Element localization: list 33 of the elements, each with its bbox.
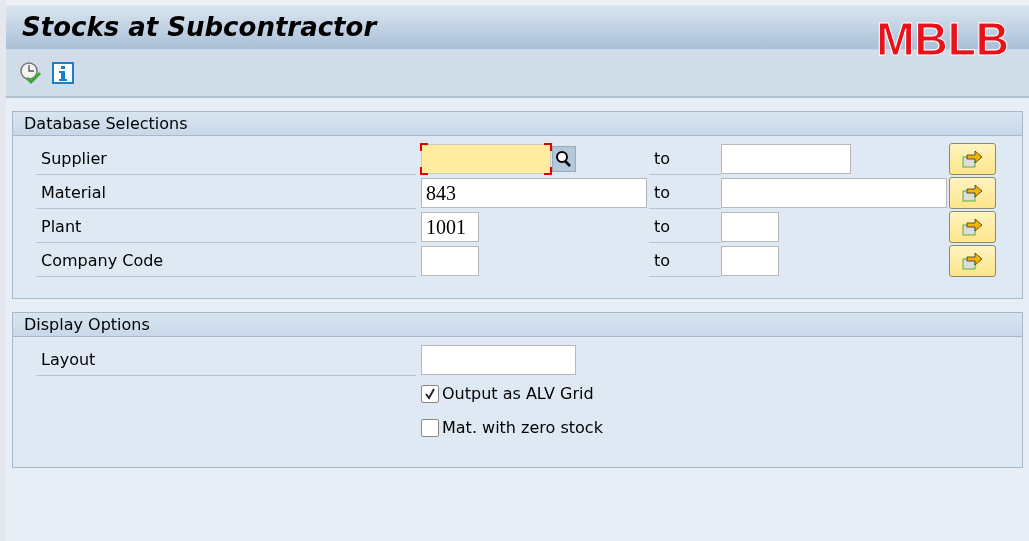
multiple-selection-button[interactable]: [949, 143, 996, 175]
arrow-icon: [961, 150, 984, 168]
field-label: Layout: [36, 344, 416, 376]
input-field[interactable]: [721, 212, 779, 242]
annotation-label: MBLB: [876, 13, 1009, 65]
input-field[interactable]: [721, 178, 947, 208]
checkbox[interactable]: [421, 385, 439, 403]
section-title: Display Options: [24, 313, 150, 336]
checkbox[interactable]: [421, 419, 439, 437]
input-field[interactable]: [721, 246, 779, 276]
arrow-icon: [961, 252, 984, 270]
input-field[interactable]: [721, 144, 851, 174]
info-icon[interactable]: [52, 62, 74, 84]
window-title: Stocks at Subcontractor: [22, 10, 377, 44]
checkbox-label: Mat. with zero stock: [442, 417, 603, 439]
arrow-icon: [961, 218, 984, 236]
input-field[interactable]: [421, 345, 576, 375]
input-field[interactable]: 1001: [421, 212, 479, 242]
checkbox-label: Output as ALV Grid: [442, 383, 594, 405]
field-label: Material: [36, 177, 416, 209]
search-help-button[interactable]: [552, 146, 576, 172]
section-title: Database Selections: [24, 112, 188, 135]
field-label: Company Code: [36, 245, 416, 277]
multiple-selection-button[interactable]: [949, 211, 996, 243]
input-field[interactable]: [421, 144, 551, 174]
field-label: Supplier: [36, 143, 416, 175]
field-label: Plant: [36, 211, 416, 243]
input-field[interactable]: 843: [421, 178, 647, 208]
execute-icon[interactable]: [18, 61, 42, 85]
input-field[interactable]: [421, 246, 479, 276]
multiple-selection-button[interactable]: [949, 177, 996, 209]
multiple-selection-button[interactable]: [949, 245, 996, 277]
arrow-icon: [961, 184, 984, 202]
